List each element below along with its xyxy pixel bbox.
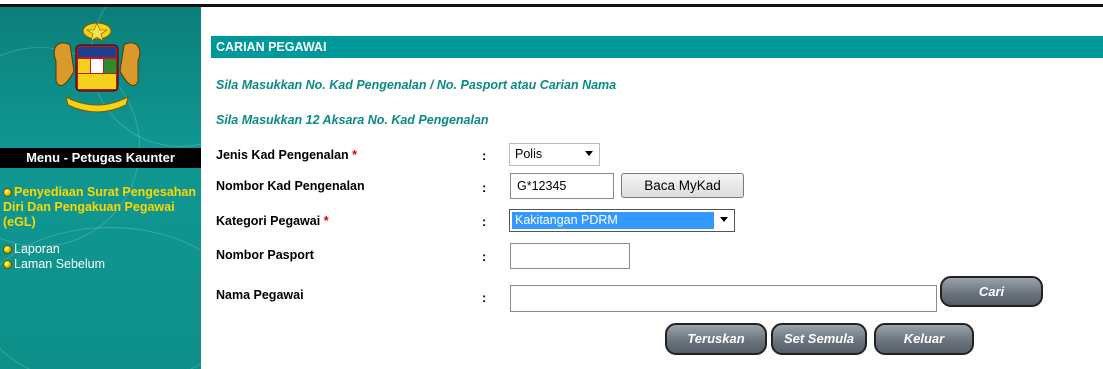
nama-input[interactable] (510, 285, 937, 312)
pasport-input[interactable] (510, 243, 630, 269)
sidebar: Menu - Petugas Kaunter Penyediaan Surat … (0, 7, 201, 369)
keluar-button[interactable]: Keluar (874, 323, 974, 355)
instruction-ic-length: Sila Masukkan 12 Aksara No. Kad Pengenal… (216, 113, 489, 127)
bullet-icon (3, 188, 12, 197)
dropdown-arrow-icon (585, 151, 593, 156)
colon: : (482, 249, 487, 264)
set-semula-button[interactable]: Set Semula (771, 323, 867, 355)
nama-label: Nama Pegawai (216, 288, 304, 302)
cari-button[interactable]: Cari (940, 276, 1043, 307)
pasport-label: Nombor Pasport (216, 248, 314, 262)
teruskan-button[interactable]: Teruskan (665, 323, 767, 355)
colon: : (482, 290, 487, 305)
bullet-icon (3, 245, 12, 254)
colon: : (482, 214, 487, 229)
colon: : (482, 148, 487, 163)
crest-logo (53, 22, 141, 113)
jenis-kad-select[interactable]: Polis (509, 143, 600, 166)
dropdown-arrow-icon (720, 217, 728, 222)
bullet-icon (3, 260, 12, 269)
menu-title: Menu - Petugas Kaunter (0, 148, 201, 168)
kategori-select[interactable]: Kakitangan PDRM (509, 209, 735, 232)
baca-mykad-button[interactable]: Baca MyKad (621, 173, 744, 198)
sidebar-item-laman-sebelum[interactable]: Laman Sebelum (3, 257, 105, 272)
nombor-kad-input[interactable]: G*12345 (510, 173, 614, 199)
app-frame: Menu - Petugas Kaunter Penyediaan Surat … (0, 0, 1103, 369)
sidebar-item-egl[interactable]: Penyediaan Surat Pengesahan Diri Dan Pen… (3, 185, 199, 230)
colon: : (482, 180, 487, 195)
nombor-kad-label: Nombor Kad Pengenalan (216, 179, 365, 193)
kategori-label: Kategori Pegawai * (216, 214, 329, 228)
instruction-search: Sila Masukkan No. Kad Pengenalan / No. P… (216, 78, 617, 92)
section-header: CARIAN PEGAWAI (211, 36, 1103, 58)
sidebar-item-laporan[interactable]: Laporan (3, 242, 60, 257)
jenis-kad-label: Jenis Kad Pengenalan * (216, 148, 358, 162)
